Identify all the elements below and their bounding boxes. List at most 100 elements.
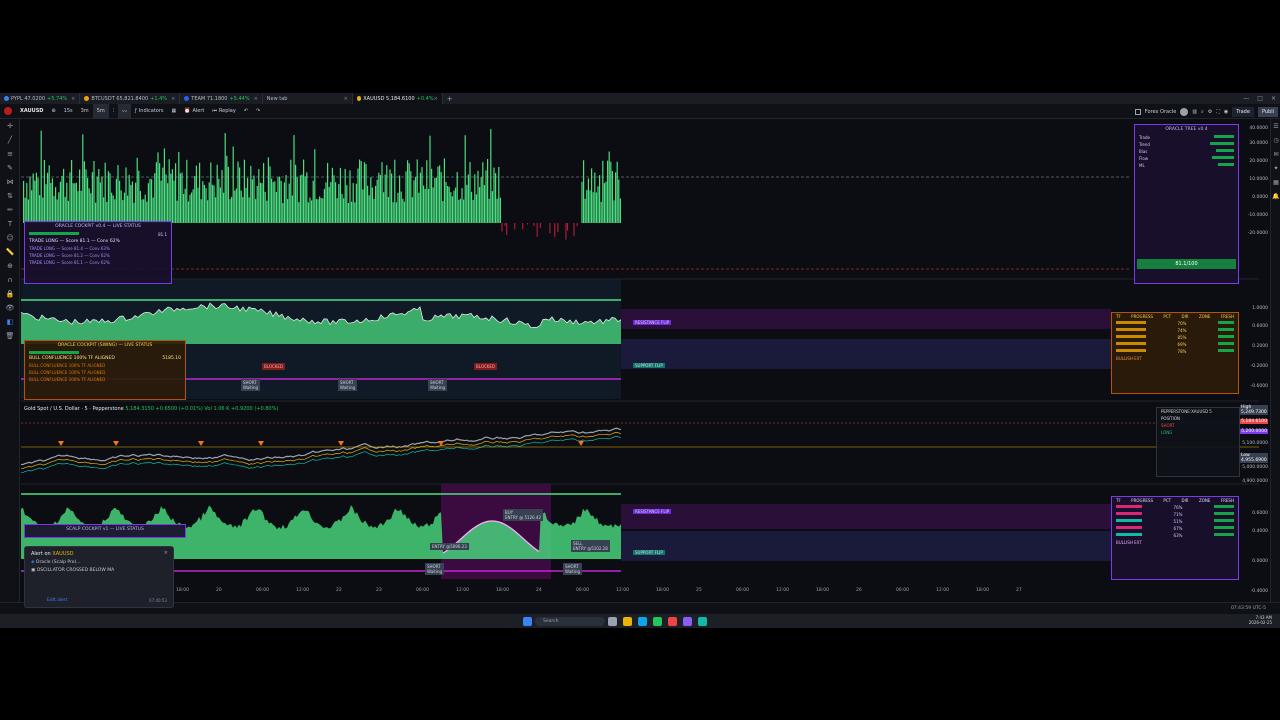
replay-button[interactable]: ⏮ Replay xyxy=(208,104,239,119)
taskview-icon[interactable] xyxy=(608,616,617,626)
line-style-icon[interactable]: 〰 xyxy=(118,103,132,119)
trade-button[interactable]: Trade xyxy=(1232,106,1254,117)
close-icon[interactable]: × xyxy=(344,96,348,102)
tab-new[interactable]: New tab × xyxy=(263,93,353,104)
alert-toast[interactable]: × Alert on XAUUSD ◈ Oracle (Scalp Pro)..… xyxy=(24,546,174,608)
histogram-bar xyxy=(514,223,516,230)
tab-btcusdt[interactable]: BTCUSDT 65,821.8400 +1.4% × xyxy=(80,93,181,104)
grid-icon[interactable]: ▥ xyxy=(1192,109,1197,115)
forecast-icon[interactable]: ⇅ xyxy=(0,189,20,203)
crosshair-icon[interactable]: ✛ xyxy=(0,119,20,133)
close-icon[interactable]: × xyxy=(71,96,75,102)
calendar-icon[interactable]: ▦ xyxy=(1271,175,1280,189)
tab-team[interactable]: TEAM 71.1800 +5.44% × xyxy=(180,93,263,104)
trash-icon[interactable]: 🗑 xyxy=(0,329,20,343)
histogram-bar xyxy=(485,170,487,223)
app-icon[interactable] xyxy=(668,616,677,626)
time-tick: 06:00 xyxy=(256,588,269,593)
interval-15s[interactable]: 15s xyxy=(60,104,77,119)
close-icon[interactable]: × xyxy=(164,550,168,556)
undo-icon[interactable]: ↶ xyxy=(240,104,252,119)
tab-symbol: New tab xyxy=(266,95,288,102)
fullscreen-icon[interactable]: ⛶ xyxy=(1216,109,1220,115)
chat-icon[interactable]: ✉ xyxy=(1271,147,1280,161)
zoom-icon[interactable]: ⊕ xyxy=(0,259,20,273)
camera-icon[interactable]: ◉ xyxy=(1224,109,1228,115)
close-icon[interactable]: × xyxy=(171,96,175,102)
edit-alert-link[interactable]: Edit alert xyxy=(47,598,68,603)
system-clock[interactable]: 7:43 AM 2026-02-25 xyxy=(1249,615,1272,625)
minimize-icon[interactable]: — xyxy=(1243,95,1249,102)
alert-line: ◈ Oracle (Scalp Pro)... xyxy=(31,560,167,565)
publish-button[interactable]: Publi xyxy=(1257,106,1278,117)
emoji-icon[interactable]: ☺ xyxy=(0,231,20,245)
close-icon[interactable]: × xyxy=(434,96,438,102)
histogram-bar xyxy=(419,172,421,223)
eye-icon[interactable]: 👁 xyxy=(0,301,20,315)
histogram-bar xyxy=(178,151,180,223)
new-tab-button[interactable]: + xyxy=(443,95,457,103)
ruler-icon[interactable]: 📏 xyxy=(0,245,20,259)
notification-icon[interactable]: 🔔 xyxy=(1271,189,1280,203)
histogram-bar xyxy=(351,201,353,223)
close-window-icon[interactable]: × xyxy=(1271,95,1276,102)
toggle-icon[interactable] xyxy=(1180,107,1189,116)
edge-icon[interactable] xyxy=(638,616,647,626)
histogram-bar xyxy=(378,172,380,223)
table-row: 70% xyxy=(1112,320,1238,327)
trendline-icon[interactable]: ╱ xyxy=(0,133,20,147)
text-icon[interactable]: T xyxy=(0,217,20,231)
symbol-legend[interactable]: Gold Spot / U.S. Dollar · 5 · Pepperston… xyxy=(24,406,278,412)
app-icon[interactable] xyxy=(683,616,692,626)
table-row: 51% xyxy=(1112,518,1238,525)
search-icon[interactable]: ⌕ xyxy=(1201,109,1204,115)
indicators-button[interactable]: ƒ Indicators xyxy=(131,104,167,119)
close-icon[interactable]: × xyxy=(254,96,258,102)
clock-icon[interactable]: ◷ xyxy=(1271,133,1280,147)
maximize-icon[interactable]: □ xyxy=(1257,95,1263,102)
compare-icon[interactable]: ⊕ xyxy=(47,104,59,119)
fib-icon[interactable]: ≡ xyxy=(0,147,20,161)
layout-name[interactable]: Forex Oracle xyxy=(1145,109,1177,115)
histogram-bar xyxy=(379,174,381,223)
histogram-bar xyxy=(490,129,492,223)
taskbar-search[interactable]: Search xyxy=(535,616,605,626)
redo-icon[interactable]: ↷ xyxy=(252,104,264,119)
tab-xauusd[interactable]: XAUUSD 5,184.6100 +0.4% × xyxy=(352,93,443,104)
lock-icon[interactable]: 🔒 xyxy=(0,287,20,301)
brush-icon[interactable]: ✎ xyxy=(0,161,20,175)
object-tree-icon[interactable]: ◧ xyxy=(0,315,20,329)
histogram-bar xyxy=(371,187,373,223)
histogram-bar xyxy=(615,172,617,223)
ideas-icon[interactable]: ✦ xyxy=(1271,161,1280,175)
alert-button[interactable]: ⏰ Alert xyxy=(180,104,208,119)
layout-checkbox[interactable] xyxy=(1134,108,1141,115)
layouts-icon[interactable]: ▦ xyxy=(168,104,181,119)
time-tick: 12:00 xyxy=(296,588,309,593)
symbol-search-button[interactable]: XAUUSD xyxy=(16,104,47,119)
search-text: Search xyxy=(543,618,559,624)
settings-icon[interactable]: ⚙ xyxy=(1208,109,1212,115)
pencil-icon[interactable]: ✏ xyxy=(0,203,20,217)
start-icon[interactable] xyxy=(523,616,532,626)
histogram-bar xyxy=(296,177,298,223)
chrome-icon[interactable] xyxy=(653,616,662,626)
histogram-bar xyxy=(435,177,437,223)
chart-canvas[interactable] xyxy=(21,119,1259,604)
histogram-bar xyxy=(423,185,425,223)
interval-3m[interactable]: 3m xyxy=(77,104,93,119)
avatar[interactable] xyxy=(0,104,16,119)
magnet-icon[interactable]: ∩ xyxy=(0,273,20,287)
tradingview-app: PYPL 47.0200 +5.74% × BTCUSDT 65,821.8400 +… xyxy=(0,93,1280,628)
tab-pypl[interactable]: PYPL 47.0200 +5.74% × xyxy=(0,93,81,104)
price-scale[interactable]: 40.0000 30.0000 20.0000 10.0000 0.0000 -… xyxy=(1240,119,1270,604)
status-time[interactable]: 07:43:59 UTC-5 xyxy=(1231,606,1266,611)
explorer-icon[interactable] xyxy=(623,616,632,626)
short-waiting-label: SHORT Waiting xyxy=(563,563,583,575)
interval-5m[interactable]: 5m xyxy=(92,103,109,119)
time-axis[interactable]: 18:00 20 06:00 12:00 22 23 06:00 12:00 18:00 24 06… xyxy=(21,586,1259,596)
pattern-icon[interactable]: ⋈ xyxy=(0,175,20,189)
watchlist-icon[interactable]: ☰ xyxy=(1271,119,1280,133)
tradingview-icon[interactable] xyxy=(698,616,707,626)
bar-style-icon[interactable]: ⫶ xyxy=(109,104,118,119)
